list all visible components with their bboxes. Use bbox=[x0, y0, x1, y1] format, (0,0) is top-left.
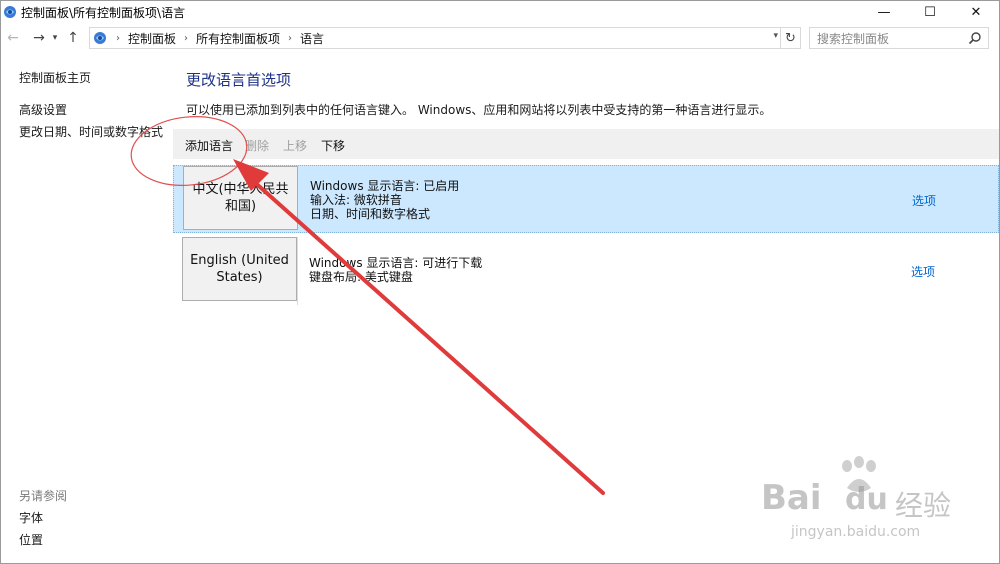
title-bar: 控制面板\所有控制面板项\语言 — ☐ ✕ bbox=[1, 1, 999, 23]
control-panel-icon bbox=[94, 32, 106, 44]
page-title: 更改语言首选项 bbox=[186, 71, 292, 89]
refresh-icon[interactable]: ↻ bbox=[781, 27, 801, 49]
display-language-status: Windows 显示语言: 已启用 bbox=[310, 179, 460, 193]
language-row-english[interactable]: English (United States) Windows 显示语言: 可进… bbox=[173, 237, 999, 305]
input-method: 输入法: 微软拼音 bbox=[310, 193, 402, 207]
breadcrumb-all-items[interactable]: 所有控制面板项 bbox=[196, 30, 280, 47]
page-description: 可以使用已添加到列表中的任何语言键入。 Windows、应用和网站将以列表中受支… bbox=[186, 103, 772, 117]
left-task-pane: 控制面板主页 高级设置 更改日期、时间或数字格式 另请参阅 字体 位置 bbox=[1, 51, 171, 563]
baidu-jingyan-watermark: Bai du 经验 jingyan.baidu.com bbox=[761, 456, 981, 546]
watermark-brand: Bai bbox=[761, 478, 822, 518]
breadcrumb-control-panel[interactable]: 控制面板 bbox=[128, 30, 176, 47]
chevron-down-icon[interactable]: ▾ bbox=[773, 31, 778, 41]
language-tile[interactable]: 中文(中华人民共和国) bbox=[183, 166, 298, 230]
advanced-settings-link[interactable]: 高级设置 bbox=[19, 101, 67, 118]
fonts-link[interactable]: 字体 bbox=[19, 509, 43, 526]
watermark-brand-suffix: du bbox=[845, 482, 888, 517]
chevron-right-icon[interactable]: › bbox=[184, 33, 188, 44]
navigation-bar: ← → ▾ ↑ › 控制面板 › 所有控制面板项 › 语言 ▾ ↻ 搜索控制面板 bbox=[1, 25, 999, 51]
control-panel-window: 控制面板\所有控制面板项\语言 — ☐ ✕ ← → ▾ ↑ › 控制面板 › 所… bbox=[0, 0, 1000, 564]
maximize-button[interactable]: ☐ bbox=[907, 1, 953, 23]
language-details: Windows 显示语言: 已启用 输入法: 微软拼音 日期、时间和数字格式 bbox=[310, 179, 459, 221]
search-icon[interactable] bbox=[968, 31, 982, 45]
minimize-button[interactable]: — bbox=[861, 1, 907, 23]
up-arrow-icon[interactable]: ↑ bbox=[63, 27, 83, 49]
location-link[interactable]: 位置 bbox=[19, 531, 43, 548]
close-button[interactable]: ✕ bbox=[953, 1, 999, 23]
back-arrow-icon[interactable]: ← bbox=[3, 27, 23, 49]
options-link[interactable]: 选项 bbox=[912, 192, 936, 209]
divider bbox=[297, 237, 298, 305]
window-title: 控制面板\所有控制面板项\语言 bbox=[21, 5, 186, 20]
date-time-format: 日期、时间和数字格式 bbox=[310, 207, 431, 221]
move-down-button[interactable]: 下移 bbox=[321, 137, 345, 154]
search-placeholder: 搜索控制面板 bbox=[817, 31, 890, 46]
add-language-button[interactable]: 添加语言 bbox=[185, 137, 233, 154]
control-panel-icon bbox=[4, 6, 16, 18]
move-up-button[interactable]: 上移 bbox=[283, 137, 307, 154]
language-row-chinese[interactable]: 中文(中华人民共和国) Windows 显示语言: 已启用 输入法: 微软拼音 … bbox=[173, 165, 999, 233]
address-bar[interactable]: › 控制面板 › 所有控制面板项 › 语言 ▾ bbox=[89, 27, 781, 49]
remove-button[interactable]: 删除 bbox=[245, 137, 269, 154]
language-tile[interactable]: English (United States) bbox=[182, 237, 297, 301]
options-link[interactable]: 选项 bbox=[911, 263, 935, 280]
control-panel-home-link[interactable]: 控制面板主页 bbox=[19, 69, 91, 86]
chevron-right-icon[interactable]: › bbox=[116, 33, 120, 44]
display-language-status: Windows 显示语言: 可进行下载 bbox=[309, 256, 483, 270]
watermark-url: jingyan.baidu.com bbox=[791, 524, 921, 540]
window-controls: — ☐ ✕ bbox=[861, 1, 999, 23]
keyboard-layout: 键盘布局: 美式键盘 bbox=[309, 270, 413, 284]
change-date-time-format-link[interactable]: 更改日期、时间或数字格式 bbox=[19, 123, 163, 140]
see-also-heading: 另请参阅 bbox=[19, 489, 68, 503]
watermark-cn: 经验 bbox=[895, 489, 952, 522]
recent-locations-icon[interactable]: ▾ bbox=[49, 27, 61, 49]
chevron-right-icon[interactable]: › bbox=[288, 33, 292, 44]
breadcrumb-language[interactable]: 语言 bbox=[300, 30, 324, 47]
language-details: Windows 显示语言: 可进行下载 键盘布局: 美式键盘 bbox=[309, 256, 482, 284]
search-input[interactable]: 搜索控制面板 bbox=[809, 27, 989, 49]
forward-arrow-icon[interactable]: → bbox=[29, 27, 49, 49]
language-toolbar: 添加语言 删除 上移 下移 bbox=[173, 129, 999, 159]
